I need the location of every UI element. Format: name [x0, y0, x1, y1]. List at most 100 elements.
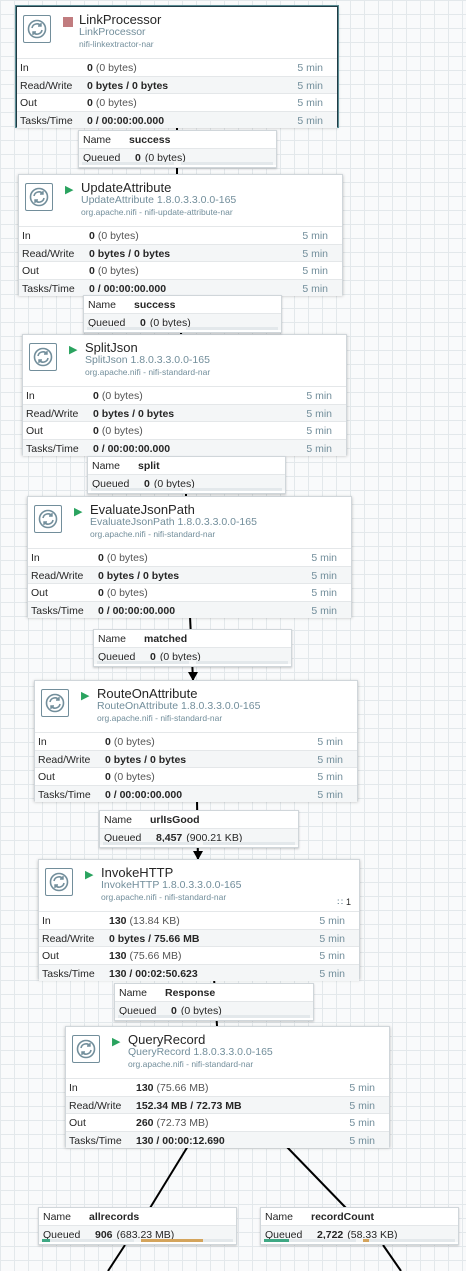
stat-window: 5 min: [319, 967, 345, 980]
stat-value: 0 bytes / 0 bytes: [87, 80, 168, 92]
stat-value: 0 / 00:00:00.000: [87, 115, 164, 127]
stat-row-read-write: Read/Write 0 bytes / 0 bytes 5 min: [23, 403, 346, 421]
connection-name-value: Response: [165, 987, 216, 999]
processor-icon: [23, 15, 51, 43]
connection-queued-row: Queued 0 (0 bytes): [115, 1001, 313, 1018]
connection-name-value: success: [134, 299, 176, 311]
processor-queryrecord[interactable]: ▶ QueryRecord QueryRecord 1.8.0.3.3.0.0-16…: [65, 1026, 390, 1148]
processor-type: InvokeHTTP 1.8.0.3.3.0.0-165: [101, 879, 242, 891]
processor-type: QueryRecord 1.8.0.3.3.0.0-165: [128, 1046, 273, 1058]
flow-canvas[interactable]: LinkProcessor LinkProcessor nifi-linkextra…: [0, 0, 466, 1271]
processor-splitjson[interactable]: ▶ SplitJson SplitJson 1.8.0.3.3.0.0-165 org…: [22, 334, 347, 456]
stat-label: Tasks/Time: [22, 282, 75, 295]
processor-type: UpdateAttribute 1.8.0.3.3.0.0-165: [81, 194, 237, 206]
backpressure-bars: [42, 1239, 233, 1242]
stat-row-read-write: Read/Write 152.34 MB / 72.73 MB 5 min: [66, 1095, 389, 1113]
connection-name-value: success: [129, 134, 171, 146]
stat-value: 0 / 00:00:00.000: [98, 605, 175, 617]
backpressure-size-fill: [363, 1239, 369, 1242]
stat-value: 0 (0 bytes): [98, 552, 148, 564]
connection-urlisgood[interactable]: Name urlIsGood Queued 8,457 (900.21 KB): [99, 810, 299, 848]
active-threads-count: 1: [345, 897, 351, 907]
stat-label: Tasks/Time: [38, 788, 91, 801]
stat-value-size: (0 bytes): [97, 265, 139, 277]
stat-value: 0 / 00:00:00.000: [105, 789, 182, 801]
connection-split[interactable]: Name split Queued 0 (0 bytes): [87, 456, 286, 494]
stat-window: 5 min: [306, 390, 332, 402]
link-line: [107, 1244, 126, 1271]
processor-icon: [34, 505, 62, 533]
processor-header: ▶ RouteOnAttribute RouteOnAttribute 1.8.0.…: [35, 681, 357, 732]
backpressure-bars: [103, 842, 295, 845]
processor-invokehttp[interactable]: ▶ InvokeHTTP InvokeHTTP 1.8.0.3.3.0.0-165 o…: [38, 859, 360, 981]
processor-routeonattribute[interactable]: ▶ RouteOnAttribute RouteOnAttribute 1.8.0.…: [34, 680, 358, 802]
stat-value-size: (0 bytes): [106, 552, 148, 564]
connection-response[interactable]: Name Response Queued 0 (0 bytes): [114, 983, 314, 1021]
stat-value-main: 0 / 00:00:00.000: [98, 604, 176, 617]
processor-bundle: org.apache.nifi - nifi-standard-nar: [90, 529, 216, 539]
processor-evaluatejsonpath[interactable]: ▶ EvaluateJsonPath EvaluateJsonPath 1.8.0.…: [27, 496, 352, 618]
connection-name-row: Name Response: [115, 984, 313, 1001]
stat-value: 0 (0 bytes): [87, 62, 137, 74]
stat-value-main: 0: [98, 552, 104, 564]
stat-row-tasks: Tasks/Time 0 / 00:00:00.000 5 min: [19, 278, 342, 296]
stat-row-tasks: Tasks/Time 130 / 00:02:50.623 5 min: [39, 963, 359, 981]
connection-name-label: Name: [43, 1211, 72, 1223]
stat-row-out: Out 0 (0 bytes) 5 min: [28, 583, 351, 601]
stat-label: Tasks/Time: [42, 967, 95, 980]
stat-value-main: 0: [98, 587, 104, 599]
stat-window: 5 min: [317, 771, 343, 783]
backpressure-bars: [91, 488, 282, 491]
stat-value: 152.34 MB / 72.73 MB: [136, 1100, 242, 1112]
connection-name: Response: [165, 987, 215, 999]
stat-value-main: 0 / 00:00:00.000: [89, 282, 167, 295]
stat-value-size: (0 bytes): [95, 97, 137, 109]
run-status-icon: ▶: [65, 184, 74, 196]
stat-window: 5 min: [297, 97, 323, 109]
stat-row-in: In 130 (75.66 MB) 5 min: [66, 1078, 389, 1096]
backpressure-size-bar: [141, 1239, 233, 1242]
stat-value-main: 152.34 MB / 72.73 MB: [136, 1099, 242, 1112]
stat-label: In: [26, 390, 35, 402]
backpressure-count-bar: [42, 1239, 134, 1242]
processor-header: ▶ InvokeHTTP InvokeHTTP 1.8.0.3.3.0.0-165 o…: [39, 860, 359, 911]
stat-value-main: 0: [87, 97, 93, 109]
stat-value-size: (0 bytes): [101, 425, 143, 437]
stat-value-main: 0 / 00:00:00.000: [93, 442, 171, 455]
processor-header: ▶ UpdateAttribute UpdateAttribute 1.8.0.3.…: [19, 175, 342, 226]
processor-updateattribute[interactable]: ▶ UpdateAttribute UpdateAttribute 1.8.0.3.…: [18, 174, 343, 296]
connection-queued-row: Queued 0 (0 bytes): [88, 474, 285, 491]
stat-window: 5 min: [306, 407, 332, 420]
stat-value-size: (75.66 MB): [129, 950, 182, 962]
stat-value-size: (0 bytes): [106, 587, 148, 599]
connection-success[interactable]: Name success Queued 0 (0 bytes): [78, 130, 277, 168]
run-status-icon: ▶: [112, 1036, 121, 1048]
processor-type: EvaluateJsonPath 1.8.0.3.3.0.0-165: [90, 516, 257, 528]
stat-value-size: (13.84 KB): [129, 915, 180, 927]
backpressure-size-bar: [190, 488, 282, 491]
backpressure-count-bar: [87, 327, 179, 330]
processor-linkprocessor[interactable]: LinkProcessor LinkProcessor nifi-linkextra…: [16, 6, 338, 128]
backpressure-size-bar: [181, 162, 273, 165]
connection-recordcount[interactable]: Name recordCount Queued 2,722 (58.33 KB): [260, 1207, 459, 1245]
stat-value-main: 0 / 00:00:00.000: [87, 114, 165, 127]
stat-row-in: In 0 (0 bytes) 5 min: [28, 548, 351, 566]
connection-name-row: Name success: [84, 296, 281, 313]
connection-matched[interactable]: Name matched Queued 0 (0 bytes): [93, 629, 292, 667]
stat-label: In: [69, 1082, 78, 1094]
backpressure-size-fill: [141, 1239, 203, 1242]
connection-success[interactable]: Name success Queued 0 (0 bytes): [83, 295, 282, 333]
backpressure-bars: [97, 661, 288, 664]
stat-row-in: In 0 (0 bytes) 5 min: [23, 386, 346, 404]
stat-value: 130 / 00:00:12.690: [136, 1135, 225, 1147]
connection-name-label: Name: [98, 633, 127, 645]
connection-allrecords[interactable]: Name allrecords Queued 906 (683.23 MB): [38, 1207, 237, 1245]
stat-window: 5 min: [297, 114, 323, 127]
processor-name: InvokeHTTP: [101, 865, 174, 880]
backpressure-count-bar: [103, 842, 196, 845]
stat-value-main: 0 bytes / 0 bytes: [87, 79, 169, 92]
stat-label: Out: [20, 97, 37, 109]
stat-window: 5 min: [319, 915, 345, 927]
stat-value: 130 (13.84 KB): [109, 915, 180, 927]
stat-label: Read/Write: [26, 407, 79, 420]
